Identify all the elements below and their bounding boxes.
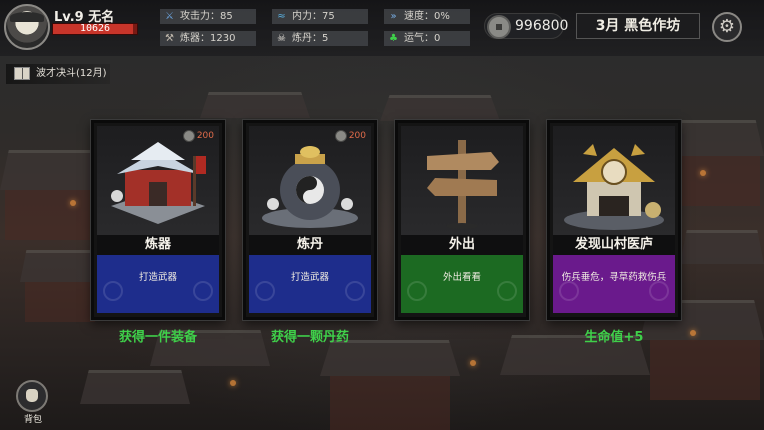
currency-value: 996800 bbox=[515, 18, 569, 34]
hp-bar: 10626 bbox=[52, 23, 138, 35]
swirl-ornament bbox=[193, 281, 213, 301]
swirl-ornament bbox=[345, 281, 365, 301]
card-cost-value: 200 bbox=[196, 131, 214, 141]
swirl-ornament bbox=[407, 281, 427, 301]
swirl-ornament bbox=[255, 281, 275, 301]
currency-display: 996800 bbox=[484, 13, 568, 39]
card-description-panel: 打造武器 bbox=[97, 255, 219, 313]
stat-luck: ♣ 运气：0 bbox=[384, 31, 470, 46]
water-icon: ≈ bbox=[277, 11, 286, 22]
stat-speed: » 速度：0% bbox=[384, 9, 470, 24]
bag-icon bbox=[26, 389, 38, 402]
player-avatar[interactable] bbox=[4, 4, 50, 50]
hp-value: 10626 bbox=[79, 23, 111, 34]
skull-icon: ☠ bbox=[277, 33, 286, 44]
quest-label: 波才决斗(12月) bbox=[36, 68, 107, 79]
stat-alchemy: ☠ 炼丹：5 bbox=[272, 31, 368, 46]
settings-gear-icon[interactable]: ⚙ bbox=[712, 12, 742, 42]
date-location-label: 3月 黑色作坊 bbox=[576, 13, 700, 39]
swirl-ornament bbox=[649, 281, 669, 301]
event-card-alchemy[interactable]: 200 炼丹 打造武器 bbox=[243, 120, 377, 320]
backpack-button[interactable] bbox=[16, 380, 48, 412]
sword-icon: ⚔ bbox=[165, 11, 174, 22]
stat-alchemy-label: 炼丹：5 bbox=[292, 33, 329, 44]
event-card-go-out[interactable]: 外出 外出看看 bbox=[395, 120, 529, 320]
card-title: 外出 bbox=[401, 235, 523, 255]
stat-speed-label: 速度：0% bbox=[404, 11, 450, 22]
coin-icon bbox=[334, 130, 347, 142]
signpost-art bbox=[401, 126, 523, 236]
card-reward-text: 获得一件装备 bbox=[118, 330, 197, 345]
card-reward-text: 生命值+5 bbox=[584, 330, 644, 345]
stat-inner-power-label: 内力：75 bbox=[292, 11, 335, 22]
coin-icon bbox=[182, 130, 195, 142]
stat-luck-label: 运气：0 bbox=[404, 33, 441, 44]
card-title: 发现山村医庐 bbox=[553, 235, 675, 255]
card-title: 炼器 bbox=[97, 235, 219, 255]
backpack-label: 背包 bbox=[23, 415, 42, 425]
card-description-panel: 打造武器 bbox=[249, 255, 371, 313]
card-description-panel: 外出看看 bbox=[401, 255, 523, 313]
swirl-ornament bbox=[497, 281, 517, 301]
stat-attack-label: 攻击力：85 bbox=[180, 11, 233, 22]
card-cost: 200 bbox=[334, 129, 366, 143]
swirl-ornament bbox=[559, 281, 579, 301]
stat-forging-label: 炼器：1230 bbox=[180, 33, 236, 44]
swirl-ornament bbox=[103, 281, 123, 301]
event-card-forging[interactable]: 200 炼器 打造武器 bbox=[91, 120, 225, 320]
stat-inner-power: ≈ 内力：75 bbox=[272, 9, 368, 24]
top-status-bar: Lv.9 无名 10626 ⚔ 攻击力：85 ≈ 内力：75 » 速度：0% ⚒… bbox=[0, 0, 764, 56]
stat-forging: ⚒ 炼器：1230 bbox=[160, 31, 256, 46]
quest-tracker[interactable]: 波才决斗(12月) bbox=[6, 64, 110, 84]
clinic-building-art bbox=[553, 126, 675, 236]
card-title: 炼丹 bbox=[249, 235, 371, 255]
card-cost-value: 200 bbox=[348, 131, 366, 141]
event-card-village-clinic[interactable]: 发现山村医庐 伤兵垂危，寻草药救伤兵 bbox=[547, 120, 681, 320]
card-cost: 200 bbox=[182, 129, 214, 143]
card-description-panel: 伤兵垂危，寻草药救伤兵 bbox=[553, 255, 675, 313]
speed-icon: » bbox=[390, 11, 397, 22]
book-icon bbox=[14, 67, 30, 80]
coin-icon bbox=[487, 15, 511, 39]
clover-icon: ♣ bbox=[389, 33, 398, 44]
stat-attack: ⚔ 攻击力：85 bbox=[160, 9, 256, 24]
hammer-icon: ⚒ bbox=[165, 33, 174, 44]
card-reward-text: 获得一颗丹药 bbox=[270, 330, 349, 345]
